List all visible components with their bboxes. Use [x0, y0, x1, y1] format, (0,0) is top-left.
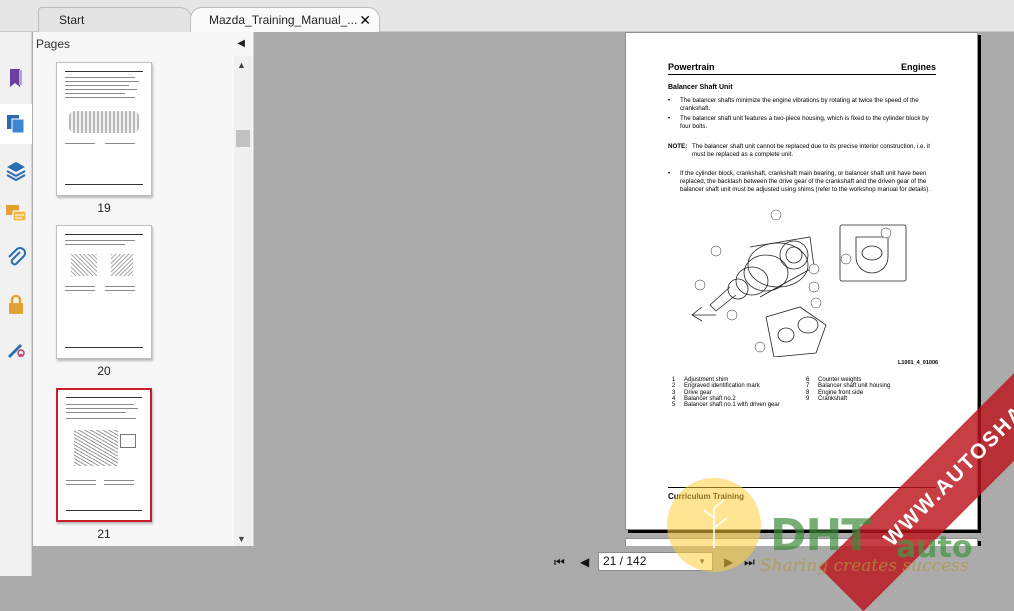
watermark-circle [667, 478, 761, 572]
note-label: NOTE: [668, 143, 688, 150]
balancer-shaft-diagram [691, 209, 907, 357]
page-thumbnail-19[interactable] [56, 62, 152, 196]
previous-page-icon[interactable]: ◀ [580, 555, 589, 569]
legend-column-right: 6 Counter weights 7 Balancer shaft unit ho… [806, 377, 936, 402]
signature-icon[interactable] [0, 328, 32, 368]
layers-icon[interactable] [0, 150, 32, 190]
thumbnail-scrollbar[interactable]: ▲ ▼ [234, 56, 252, 546]
attachment-icon[interactable] [0, 238, 32, 278]
pages-panel: Pages ◀ 19 20 21 ▲ ▼ [33, 32, 254, 546]
page-number-21: 21 [97, 527, 111, 541]
legend-item: 9 Crankshaft [806, 395, 848, 402]
navigation-toolbar [0, 32, 32, 576]
page-number-20: 20 [97, 364, 111, 378]
bullet-paragraph: • The balancer shafts minimize the engine… [668, 97, 919, 112]
page-number-19: 19 [97, 201, 111, 215]
close-tab-icon[interactable]: ✕ [359, 8, 371, 33]
pages-icon[interactable] [0, 104, 32, 144]
figure-id: L1001_4_01006 [898, 360, 939, 366]
pages-panel-title: Pages [36, 37, 71, 51]
tab-start[interactable]: Start [38, 7, 192, 32]
watermark-logo: DHT [770, 510, 871, 561]
note-paragraph: NOTE: The balancer shaft unit cannot be … [668, 143, 936, 158]
tab-document[interactable]: Mazda_Training_Manual_... ✕ [190, 7, 380, 32]
page-header-right: Engines [900, 62, 936, 72]
legend-item: 5 Balancer shaft no.1 with driven gear [672, 402, 780, 409]
bookmark-icon[interactable] [0, 58, 32, 98]
pages-panel-header: Pages ◀ [33, 32, 253, 56]
scroll-down-icon[interactable]: ▼ [237, 534, 246, 544]
scroll-up-icon[interactable]: ▲ [237, 60, 246, 70]
page-header: Powertrain Engines [668, 62, 936, 75]
section-title: Balancer Shaft Unit [668, 84, 733, 91]
bullet-paragraph: • If the cylinder block, crankshaft, cran… [668, 170, 931, 193]
page-indicator-text: 21 / 142 [603, 554, 647, 568]
page-thumbnail-21[interactable] [56, 388, 152, 522]
tab-document-label: Mazda_Training_Manual_... [209, 13, 358, 27]
security-lock-icon[interactable] [0, 284, 32, 324]
note-text: The balancer shaft unit cannot be replac… [692, 143, 931, 158]
page-thumbnail-20[interactable] [56, 225, 152, 359]
legend-column-left: 1 Adjustment shim 2 Engraved identificatio… [672, 377, 802, 408]
tab-start-label: Start [59, 13, 85, 27]
page-header-left: Powertrain [668, 62, 715, 72]
bullet-paragraph: • The balancer shaft unit features a two-… [668, 115, 929, 130]
scrollbar-thumb[interactable] [236, 130, 250, 147]
watermark-slogan: Sharing creates success [760, 556, 969, 576]
document-page: Powertrain Engines Balancer Shaft Unit •… [625, 32, 978, 530]
collapse-panel-icon[interactable]: ◀ [237, 32, 245, 56]
first-page-icon[interactable]: ⏮ [554, 555, 565, 570]
tab-bar: Start Mazda_Training_Manual_... ✕ [0, 0, 1014, 32]
comments-icon[interactable] [0, 194, 32, 234]
